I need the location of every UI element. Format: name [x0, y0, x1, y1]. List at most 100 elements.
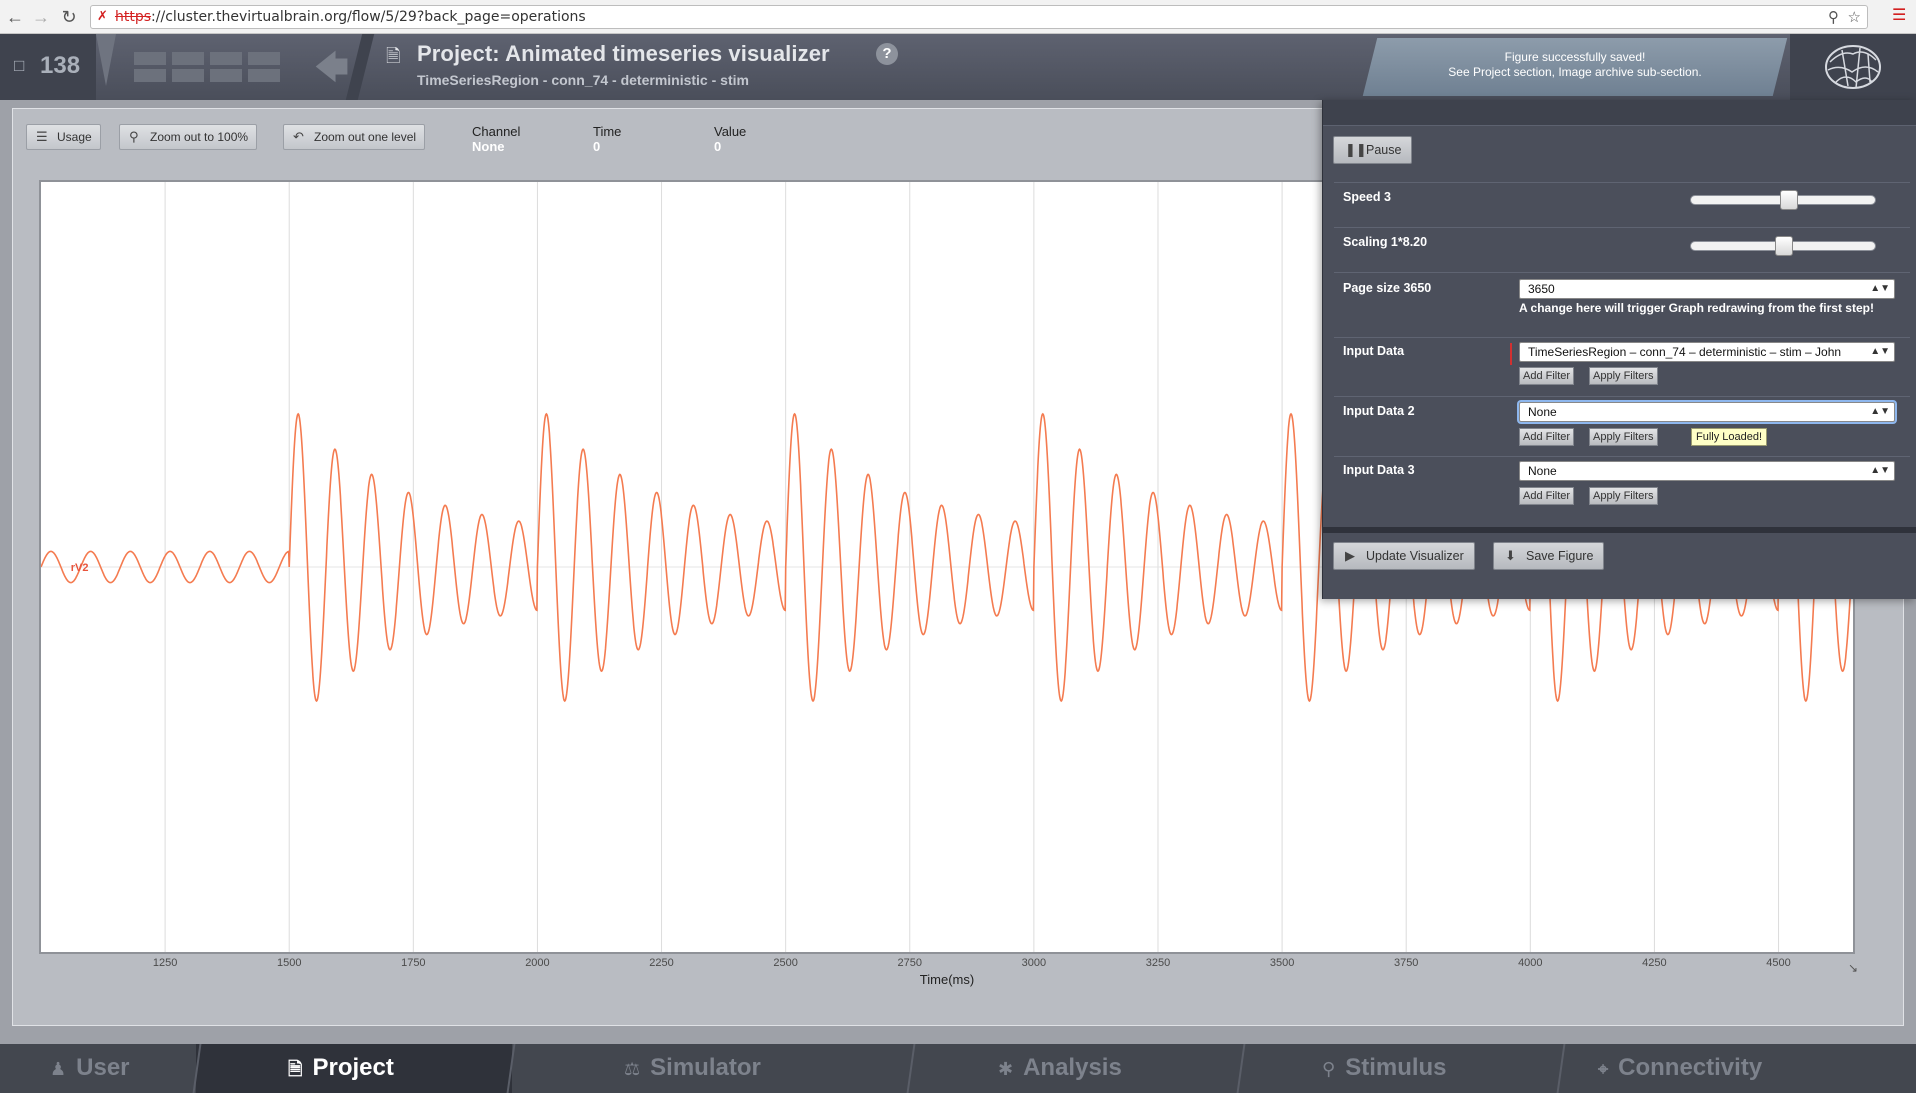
nav-stimulus[interactable]: ⚲ Stimulus: [1322, 1044, 1447, 1093]
help-icon[interactable]: ?: [876, 43, 898, 65]
address-bar[interactable]: ✗ https://cluster.thevirtualbrain.org/fl…: [90, 5, 1868, 29]
zoom-out-100-button[interactable]: ⚲ Zoom out to 100%: [119, 124, 258, 150]
app-header: □ 138 🡄 🗎 Project: Animated timeseries v…: [0, 34, 1916, 100]
update-visualizer-button[interactable]: ▶ Update Visualizer: [1333, 542, 1475, 570]
select-arrow-icon: ▲▼: [1870, 465, 1890, 476]
x-tick-label-2250: 2250: [649, 957, 673, 969]
panel-header-strip: [1323, 100, 1916, 126]
undo-arrow-icon: ↶: [293, 129, 304, 144]
scaling-slider-thumb[interactable]: [1775, 236, 1793, 256]
url-path: ://cluster.thevirtualbrain.org/flow/5/29…: [151, 9, 586, 25]
counter-wedge: [96, 34, 116, 86]
speed-slider[interactable]: [1690, 190, 1876, 210]
operations-counter[interactable]: □ 138: [0, 34, 96, 100]
add-filter-button-2[interactable]: Add Filter: [1519, 428, 1575, 446]
browser-back-icon[interactable]: ←: [4, 6, 26, 28]
tvb-logo[interactable]: [1790, 34, 1916, 100]
x-tick-label-3250: 3250: [1146, 957, 1170, 969]
nav-separator: [1236, 1044, 1246, 1093]
row-divider: [1334, 182, 1910, 183]
pause-button[interactable]: ❚❚ Pause: [1333, 136, 1413, 164]
apply-filters-button-2[interactable]: Apply Filters: [1589, 428, 1658, 446]
panel-divider: [1322, 527, 1916, 533]
back-arrow-icon[interactable]: 🡄: [314, 44, 349, 101]
select-arrow-icon: ▲▼: [1870, 346, 1890, 357]
fully-loaded-tooltip: Fully Loaded!: [1691, 428, 1768, 446]
select-arrow-icon: ▲▼: [1870, 406, 1890, 417]
x-tick-label-4000: 4000: [1518, 957, 1542, 969]
x-tick-label-1250: 1250: [153, 957, 177, 969]
input-data-label: Input Data: [1343, 344, 1405, 358]
input-data2-select[interactable]: None ▲▼: [1519, 402, 1895, 422]
download-icon: ⬇: [1505, 548, 1516, 563]
header-divider: [345, 34, 375, 100]
list-icon: ☰: [36, 129, 48, 144]
value-readout: Value 0: [714, 124, 747, 154]
zoom-icon[interactable]: ⚲: [1828, 6, 1839, 28]
document-icon: □: [14, 56, 25, 75]
row-divider: [1334, 396, 1910, 397]
bottom-navigation: ♟ User 🗎 Project ⚖ Simulator ✱ Analysis ⚲ Sti…: [0, 1044, 1916, 1093]
bookmark-star-icon[interactable]: ☆: [1848, 6, 1861, 28]
page-subtitle: TimeSeriesRegion - conn_74 - determinist…: [417, 72, 749, 88]
nav-project[interactable]: 🗎 Project: [288, 1044, 394, 1093]
add-filter-button-3[interactable]: Add Filter: [1519, 487, 1575, 505]
row-divider: [1334, 337, 1910, 338]
grid-menu-icon[interactable]: [134, 52, 280, 82]
row-divider: [1334, 227, 1910, 228]
reload-icon[interactable]: ↻: [58, 6, 80, 28]
user-icon: ♟: [50, 1059, 67, 1079]
pin-icon: ⚲: [1322, 1059, 1336, 1079]
scaling-slider[interactable]: [1690, 236, 1876, 256]
row-divider: [1334, 272, 1910, 273]
nav-user[interactable]: ♟ User: [50, 1044, 130, 1093]
x-tick-label-2500: 2500: [773, 957, 797, 969]
apply-filters-button-1[interactable]: Apply Filters: [1589, 367, 1658, 385]
save-figure-button[interactable]: ⬇ Save Figure: [1493, 542, 1605, 570]
speed-label: Speed 3: [1343, 190, 1391, 204]
browser-toolbar: ← → ↻ ✗ https://cluster.thevirtualbrain.…: [0, 0, 1916, 34]
notification-line-2: See Project section, Image archive sub-s…: [1448, 65, 1702, 79]
resize-handle-icon[interactable]: ↘: [1848, 961, 1858, 975]
page-title: Project: Animated timeseries visualizer: [417, 41, 830, 66]
required-marker: [1510, 343, 1512, 365]
notification-message: Figure successfully saved! See Project s…: [1370, 50, 1780, 80]
x-tick-label-3000: 3000: [1022, 957, 1046, 969]
project-document-icon: 🗎: [386, 46, 401, 66]
browser-forward-icon[interactable]: →: [30, 6, 52, 28]
browser-menu-icon[interactable]: ☰: [1892, 8, 1908, 24]
x-tick-label-1750: 1750: [401, 957, 425, 969]
connectivity-icon: ⌖: [1598, 1059, 1609, 1079]
nav-analysis[interactable]: ✱ Analysis: [998, 1044, 1122, 1093]
insecure-lock-icon: ✗: [97, 9, 108, 24]
pause-icon: ❚❚: [1345, 142, 1367, 157]
nav-connectivity[interactable]: ⌖ Connectivity: [1598, 1044, 1762, 1093]
speed-slider-thumb[interactable]: [1780, 190, 1799, 210]
gear-icon: ✱: [998, 1059, 1014, 1079]
x-tick-label-2750: 2750: [898, 957, 922, 969]
add-filter-button-1[interactable]: Add Filter: [1519, 367, 1575, 385]
nav-simulator[interactable]: ⚖ Simulator: [624, 1044, 761, 1093]
x-tick-label-3500: 3500: [1270, 957, 1294, 969]
operations-count: 138: [40, 52, 81, 79]
page-size-input[interactable]: 3650 ▲▼: [1519, 279, 1895, 299]
time-readout: Time 0: [593, 124, 622, 154]
magnifier-icon: ⚲: [129, 129, 139, 144]
row-divider: [1334, 456, 1910, 457]
x-tick-label-4250: 4250: [1642, 957, 1666, 969]
input-data-select[interactable]: TimeSeriesRegion – conn_74 – determinist…: [1519, 342, 1895, 362]
x-tick-label-4500: 4500: [1766, 957, 1790, 969]
x-axis: 1250 1500 1750 2000 2250 2500 2750 3000 3250 3500…: [153, 957, 1858, 987]
page-size-note: A change here will trigger Graph redrawi…: [1519, 301, 1874, 315]
spinner-icon[interactable]: ▲▼: [1870, 280, 1890, 298]
document-icon: 🗎: [288, 1059, 303, 1079]
channel-readout: Channel None: [472, 124, 521, 154]
usage-button[interactable]: ☰ Usage: [26, 124, 101, 150]
scaling-label: Scaling 1*8.20: [1343, 235, 1428, 249]
brain-icon: [1825, 45, 1881, 89]
zoom-out-level-button[interactable]: ↶ Zoom out one level: [283, 124, 426, 150]
apply-filters-button-3[interactable]: Apply Filters: [1589, 487, 1658, 505]
x-axis-title: Time(ms): [920, 972, 974, 987]
input-data3-select[interactable]: None ▲▼: [1519, 461, 1895, 481]
x-tick-label-1500: 1500: [277, 957, 301, 969]
